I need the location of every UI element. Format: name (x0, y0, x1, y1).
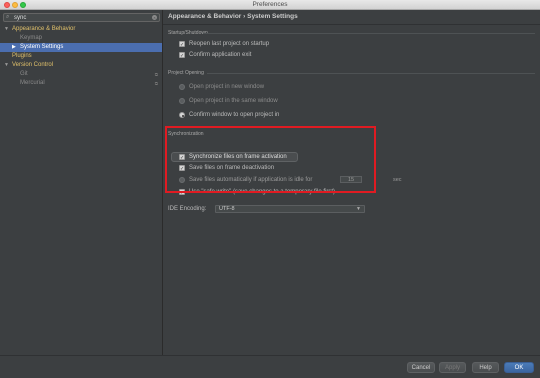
tree-item-keymap[interactable]: Keymap (0, 34, 162, 43)
tree-item-git[interactable]: Git ⧉ (0, 70, 162, 79)
annotation-highlight-box (165, 126, 376, 193)
group-divider (207, 73, 535, 74)
header-divider (163, 24, 540, 25)
apply-button[interactable]: Apply (439, 362, 466, 373)
chevron-right-icon[interactable]: ▶ (12, 43, 16, 52)
radio-label: Open project in the same window (189, 98, 278, 104)
tree-item-label: Git (20, 71, 28, 77)
chevron-down-icon[interactable]: ▼ (4, 25, 9, 34)
clear-search-icon[interactable]: × (152, 15, 157, 20)
tree-item-system-settings[interactable]: ▶ System Settings (0, 43, 162, 52)
ide-encoding-select[interactable]: UTF-8 ▼ (215, 205, 365, 213)
ide-encoding-row: IDE Encoding: UTF-8 ▼ (168, 205, 418, 213)
radio-label: Confirm window to open project in (189, 112, 280, 118)
settings-sidebar: ⌕ × ▼ Appearance & Behavior Keymap ▶ Sys… (0, 10, 163, 355)
group-divider (203, 33, 535, 34)
help-button[interactable]: Help (472, 362, 499, 373)
tree-item-label: Keymap (20, 35, 43, 41)
tree-item-mercurial[interactable]: Mercurial ⧉ (0, 79, 162, 88)
tree-item-version-control[interactable]: ▼ Version Control (0, 61, 162, 70)
search-icon: ⌕ (6, 14, 10, 20)
cancel-button[interactable]: Cancel (407, 362, 435, 373)
settings-search[interactable]: ⌕ × (3, 13, 160, 22)
project-settings-icon: ⧉ (154, 81, 158, 86)
tree-item-label: Mercurial (20, 80, 45, 86)
radio-icon[interactable] (179, 98, 185, 104)
checkbox-label: Reopen last project on startup (189, 41, 270, 47)
window-titlebar: Preferences (0, 0, 540, 10)
chevron-down-icon: ▼ (356, 206, 361, 212)
project-settings-icon: ⧉ (154, 72, 158, 77)
radio-icon[interactable] (179, 112, 185, 118)
settings-tree: ▼ Appearance & Behavior Keymap ▶ System … (0, 25, 162, 88)
window-title: Preferences (252, 1, 288, 8)
chevron-down-icon[interactable]: ▼ (4, 61, 9, 70)
ide-encoding-value: UTF-8 (219, 206, 235, 212)
checkmark-icon[interactable]: ✓ (179, 52, 185, 59)
radio-label: Open project in new window (189, 84, 265, 90)
search-input[interactable] (14, 14, 149, 21)
tree-item-label: Plugins (12, 53, 32, 59)
seconds-unit-label: sec (393, 177, 402, 183)
breadcrumb: Appearance & Behavior › System Settings (168, 13, 298, 20)
group-title-startup: Startup/Shutdown (168, 30, 208, 36)
checkmark-icon[interactable]: ✓ (179, 41, 185, 48)
group-title-project-opening: Project Opening (168, 70, 204, 76)
dialog-button-bar: Cancel Apply Help OK (0, 355, 540, 378)
checkbox-label: Confirm application exit (189, 52, 252, 58)
tree-item-label: System Settings (20, 44, 64, 50)
radio-icon[interactable] (179, 84, 185, 90)
ide-encoding-label: IDE Encoding: (168, 206, 207, 212)
tree-item-plugins[interactable]: Plugins (0, 52, 162, 61)
tree-item-label: Version Control (12, 62, 54, 68)
ok-button[interactable]: OK (504, 362, 534, 373)
tree-item-label: Appearance & Behavior (12, 26, 76, 32)
tree-item-appearance-behavior[interactable]: ▼ Appearance & Behavior (0, 25, 162, 34)
